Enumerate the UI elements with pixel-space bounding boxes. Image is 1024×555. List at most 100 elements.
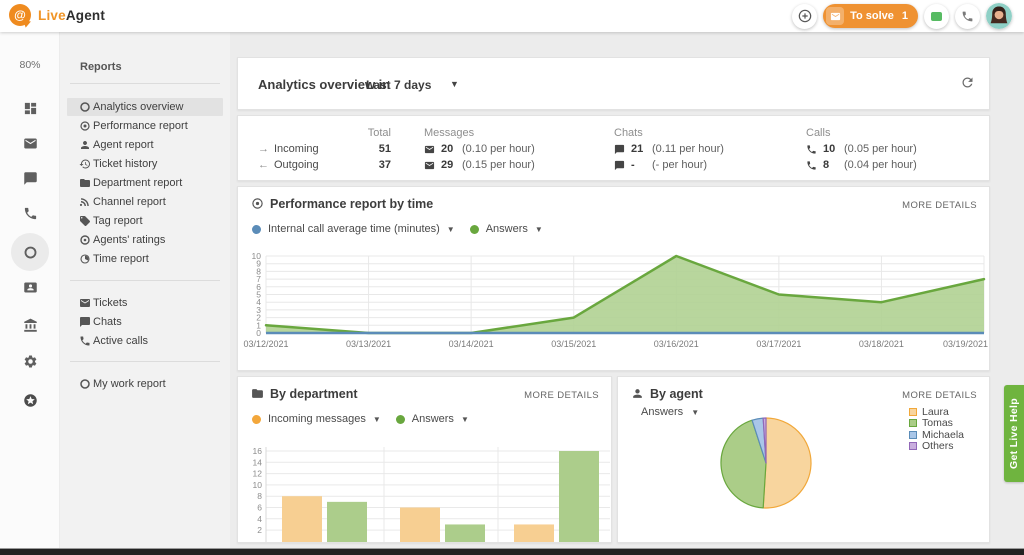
rail-item-billing[interactable] [0, 312, 60, 338]
chevron-down-icon[interactable]: ▼ [691, 408, 699, 417]
sidebar-item-tag-report[interactable]: Tag report [67, 212, 223, 230]
col-header-messages: Messages [424, 127, 474, 139]
top-bar: @ LiveAgent To solve 1 [0, 0, 1024, 32]
sidebar-item-label: Performance report [93, 120, 188, 132]
rss-icon [78, 196, 92, 208]
total-value: 51 [341, 143, 391, 155]
legend-dot-blue [252, 225, 261, 234]
col-header-calls: Calls [806, 127, 830, 139]
stats-header-row: Total Messages Chats Calls [238, 127, 990, 142]
legend-swatch [909, 431, 917, 439]
date-range-selector[interactable]: Last 7 days [366, 78, 431, 92]
svg-text:4: 4 [257, 514, 262, 524]
rail-item-chats[interactable] [0, 165, 60, 191]
envelope-icon [826, 7, 844, 25]
performance-time-chart: 01234567891003/12/202103/13/202103/14/20… [238, 247, 990, 369]
calls-value: 10 [823, 143, 838, 155]
svg-text:03/12/2021: 03/12/2021 [243, 339, 288, 349]
sidebar-item-analytics-overview[interactable]: Analytics overview [67, 98, 223, 116]
sidebar-item-channel-report[interactable]: Channel report [67, 193, 223, 211]
panel-title: By department [270, 387, 358, 401]
more-details-link[interactable]: MORE DETAILS [524, 390, 599, 401]
more-details-link[interactable]: MORE DETAILS [902, 390, 977, 401]
phone-icon [23, 206, 38, 221]
legend-swatch [909, 442, 917, 450]
legend-label[interactable]: Internal call average time (minutes) [268, 223, 440, 235]
messages-rate: (0.10 per hour) [462, 143, 535, 155]
chevron-down-icon[interactable]: ▼ [450, 79, 459, 89]
left-icon-rail: 80% [0, 32, 60, 548]
chat-icon [23, 171, 38, 186]
chevron-down-icon[interactable]: ▼ [461, 415, 469, 424]
rail-item-dashboard[interactable] [0, 95, 60, 121]
calls-button[interactable] [955, 4, 980, 29]
to-solve-button[interactable]: To solve 1 [823, 4, 918, 28]
sidebar-item-label: Tag report [93, 215, 143, 227]
sidebar-item-performance-report[interactable]: Performance report [67, 117, 223, 135]
sidebar-item-time-report[interactable]: Time report [67, 250, 223, 268]
to-solve-label: To solve [850, 10, 894, 22]
chat-icon [931, 12, 942, 21]
stats-row-outgoing: ← Outgoing 37 29 (0.15 per hour) - (- pe… [238, 159, 990, 174]
chat-icon [614, 144, 625, 155]
add-new-button[interactable] [792, 4, 817, 29]
folder-icon [251, 387, 264, 400]
chevron-down-icon[interactable]: ▼ [373, 415, 381, 424]
svg-text:8: 8 [257, 491, 262, 501]
logo-live: Live [38, 8, 66, 23]
performance-legend: Internal call average time (minutes) ▼ A… [252, 223, 551, 235]
sidebar-item-active-calls[interactable]: Active calls [67, 332, 223, 350]
legend-label[interactable]: Answers [486, 223, 528, 235]
legend-label[interactable]: Answers [412, 413, 454, 425]
sidebar-item-agent-report[interactable]: Agent report [67, 136, 223, 154]
sidebar-item-department-report[interactable]: Department report [67, 174, 223, 192]
sidebar-item-label: Agents' ratings [93, 234, 165, 246]
star-circle-icon [23, 393, 38, 408]
rail-item-settings[interactable] [0, 348, 60, 374]
rail-item-calls[interactable] [0, 200, 60, 226]
get-live-help-button[interactable]: Get Live Help [1004, 385, 1024, 482]
sidebar-item-tickets[interactable]: Tickets [67, 294, 223, 312]
legend-item: Others [909, 441, 964, 453]
legend-dot-green [470, 225, 479, 234]
agent-metric-selector[interactable]: Answers▼ [641, 406, 707, 418]
phone-icon [78, 335, 92, 347]
calls-rate: (0.05 per hour) [844, 143, 917, 155]
legend-label[interactable]: Incoming messages [268, 413, 366, 425]
rail-item-contacts[interactable] [0, 274, 60, 300]
rail-item-tickets[interactable] [0, 130, 60, 156]
svg-text:03/17/2021: 03/17/2021 [756, 339, 801, 349]
svg-text:03/18/2021: 03/18/2021 [859, 339, 904, 349]
arrow-left-icon: ← [258, 159, 269, 171]
chats-rate: (- per hour) [652, 159, 707, 171]
svg-text:10: 10 [252, 251, 262, 261]
sidebar-item-ticket-history[interactable]: Ticket history [67, 155, 223, 173]
arrow-right-icon: → [258, 143, 269, 155]
envelope-icon [424, 160, 435, 171]
panel-title: Performance report by time [270, 197, 433, 211]
sidebar-item-my-work-report[interactable]: My work report [67, 375, 223, 393]
liveagent-logo[interactable]: @ LiveAgent [9, 4, 105, 26]
refresh-button[interactable] [960, 75, 975, 90]
chats-button[interactable] [924, 4, 949, 29]
svg-text:03/19/2021: 03/19/2021 [943, 339, 988, 349]
sidebar-item-label: Agent report [93, 139, 154, 151]
sidebar-item-label: Time report [93, 253, 149, 265]
sidebar-item-agents-ratings[interactable]: Agents' ratings [67, 231, 223, 249]
ring-icon [78, 101, 92, 113]
calls-rate: (0.04 per hour) [844, 159, 917, 171]
avatar[interactable] [986, 3, 1012, 29]
sidebar-item-label: My work report [93, 378, 166, 390]
rail-item-reports[interactable] [0, 239, 60, 265]
avatar-image [986, 3, 1012, 29]
chevron-down-icon[interactable]: ▼ [535, 225, 543, 234]
col-header-chats: Chats [614, 127, 643, 139]
rail-item-starred[interactable] [0, 387, 60, 413]
svg-text:03/15/2021: 03/15/2021 [551, 339, 596, 349]
more-details-link[interactable]: MORE DETAILS [902, 200, 977, 211]
main-content: Analytics overview in Last 7 days ▼ Tota… [230, 32, 1024, 548]
chevron-down-icon[interactable]: ▼ [447, 225, 455, 234]
grid-icon [23, 101, 38, 116]
sidebar-item-chats[interactable]: Chats [67, 313, 223, 331]
svg-text:03/13/2021: 03/13/2021 [346, 339, 391, 349]
